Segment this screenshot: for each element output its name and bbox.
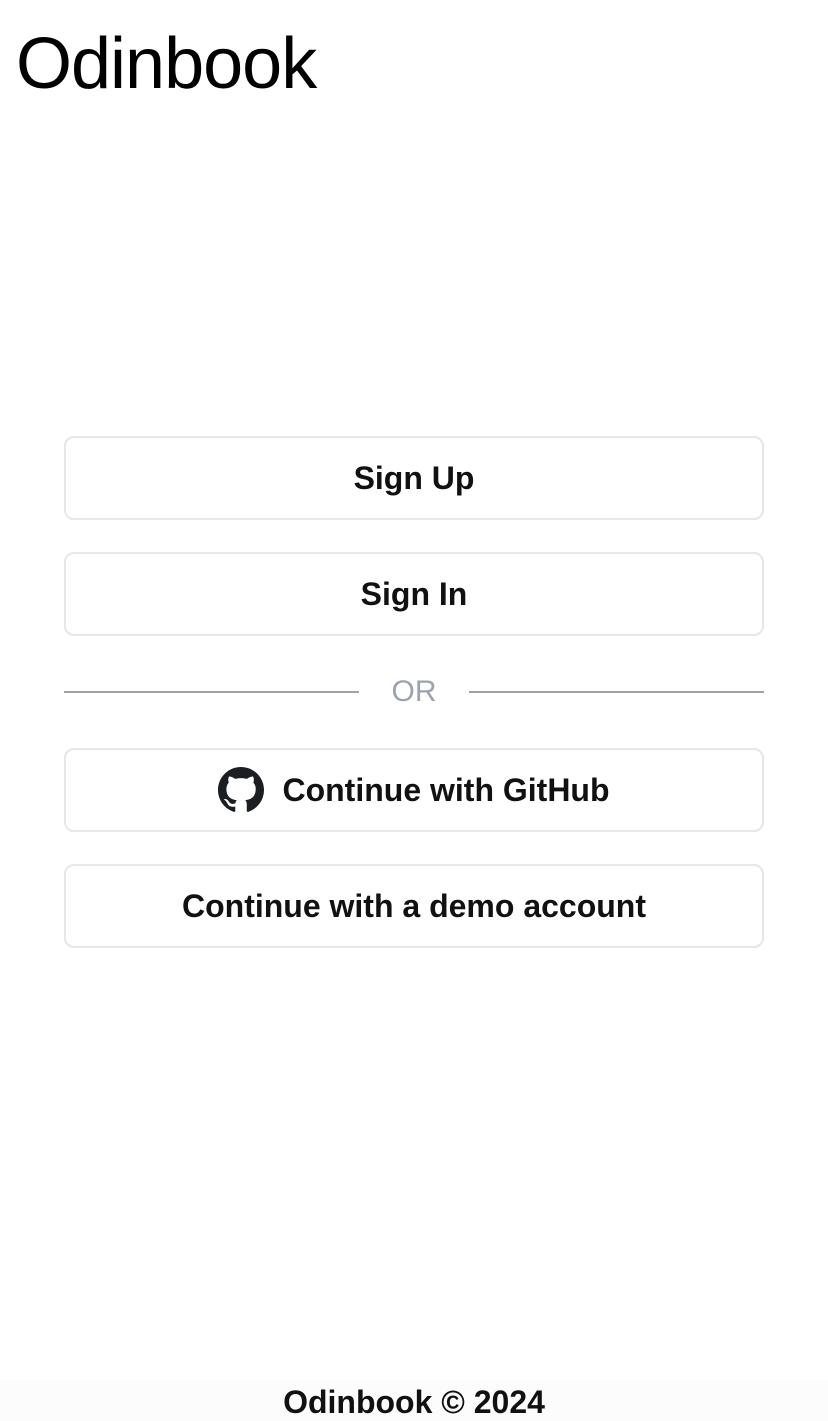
demo-account-button[interactable]: Continue with a demo account (64, 864, 764, 948)
or-divider: OR (64, 652, 764, 732)
auth-panel: Sign Up Sign In OR Continue with GitHub … (64, 436, 764, 948)
footer-text: Odinbook © 2024 (283, 1384, 545, 1420)
divider-line-left (64, 691, 359, 693)
sign-in-label: Sign In (360, 575, 468, 612)
divider-line-right (469, 691, 764, 693)
github-label: Continue with GitHub (282, 771, 610, 808)
sign-up-label: Sign Up (353, 459, 475, 496)
github-icon (218, 767, 265, 813)
sign-in-button[interactable]: Sign In (64, 552, 764, 636)
demo-account-label: Continue with a demo account (181, 887, 646, 924)
sign-up-button[interactable]: Sign Up (64, 436, 764, 520)
divider-text: OR (391, 675, 437, 708)
footer: Odinbook © 2024 (0, 1380, 828, 1421)
app-title: Odinbook (16, 24, 317, 104)
landing-page: Odinbook Sign Up Sign In OR Continue wit… (0, 0, 828, 1421)
github-button[interactable]: Continue with GitHub (64, 748, 764, 832)
